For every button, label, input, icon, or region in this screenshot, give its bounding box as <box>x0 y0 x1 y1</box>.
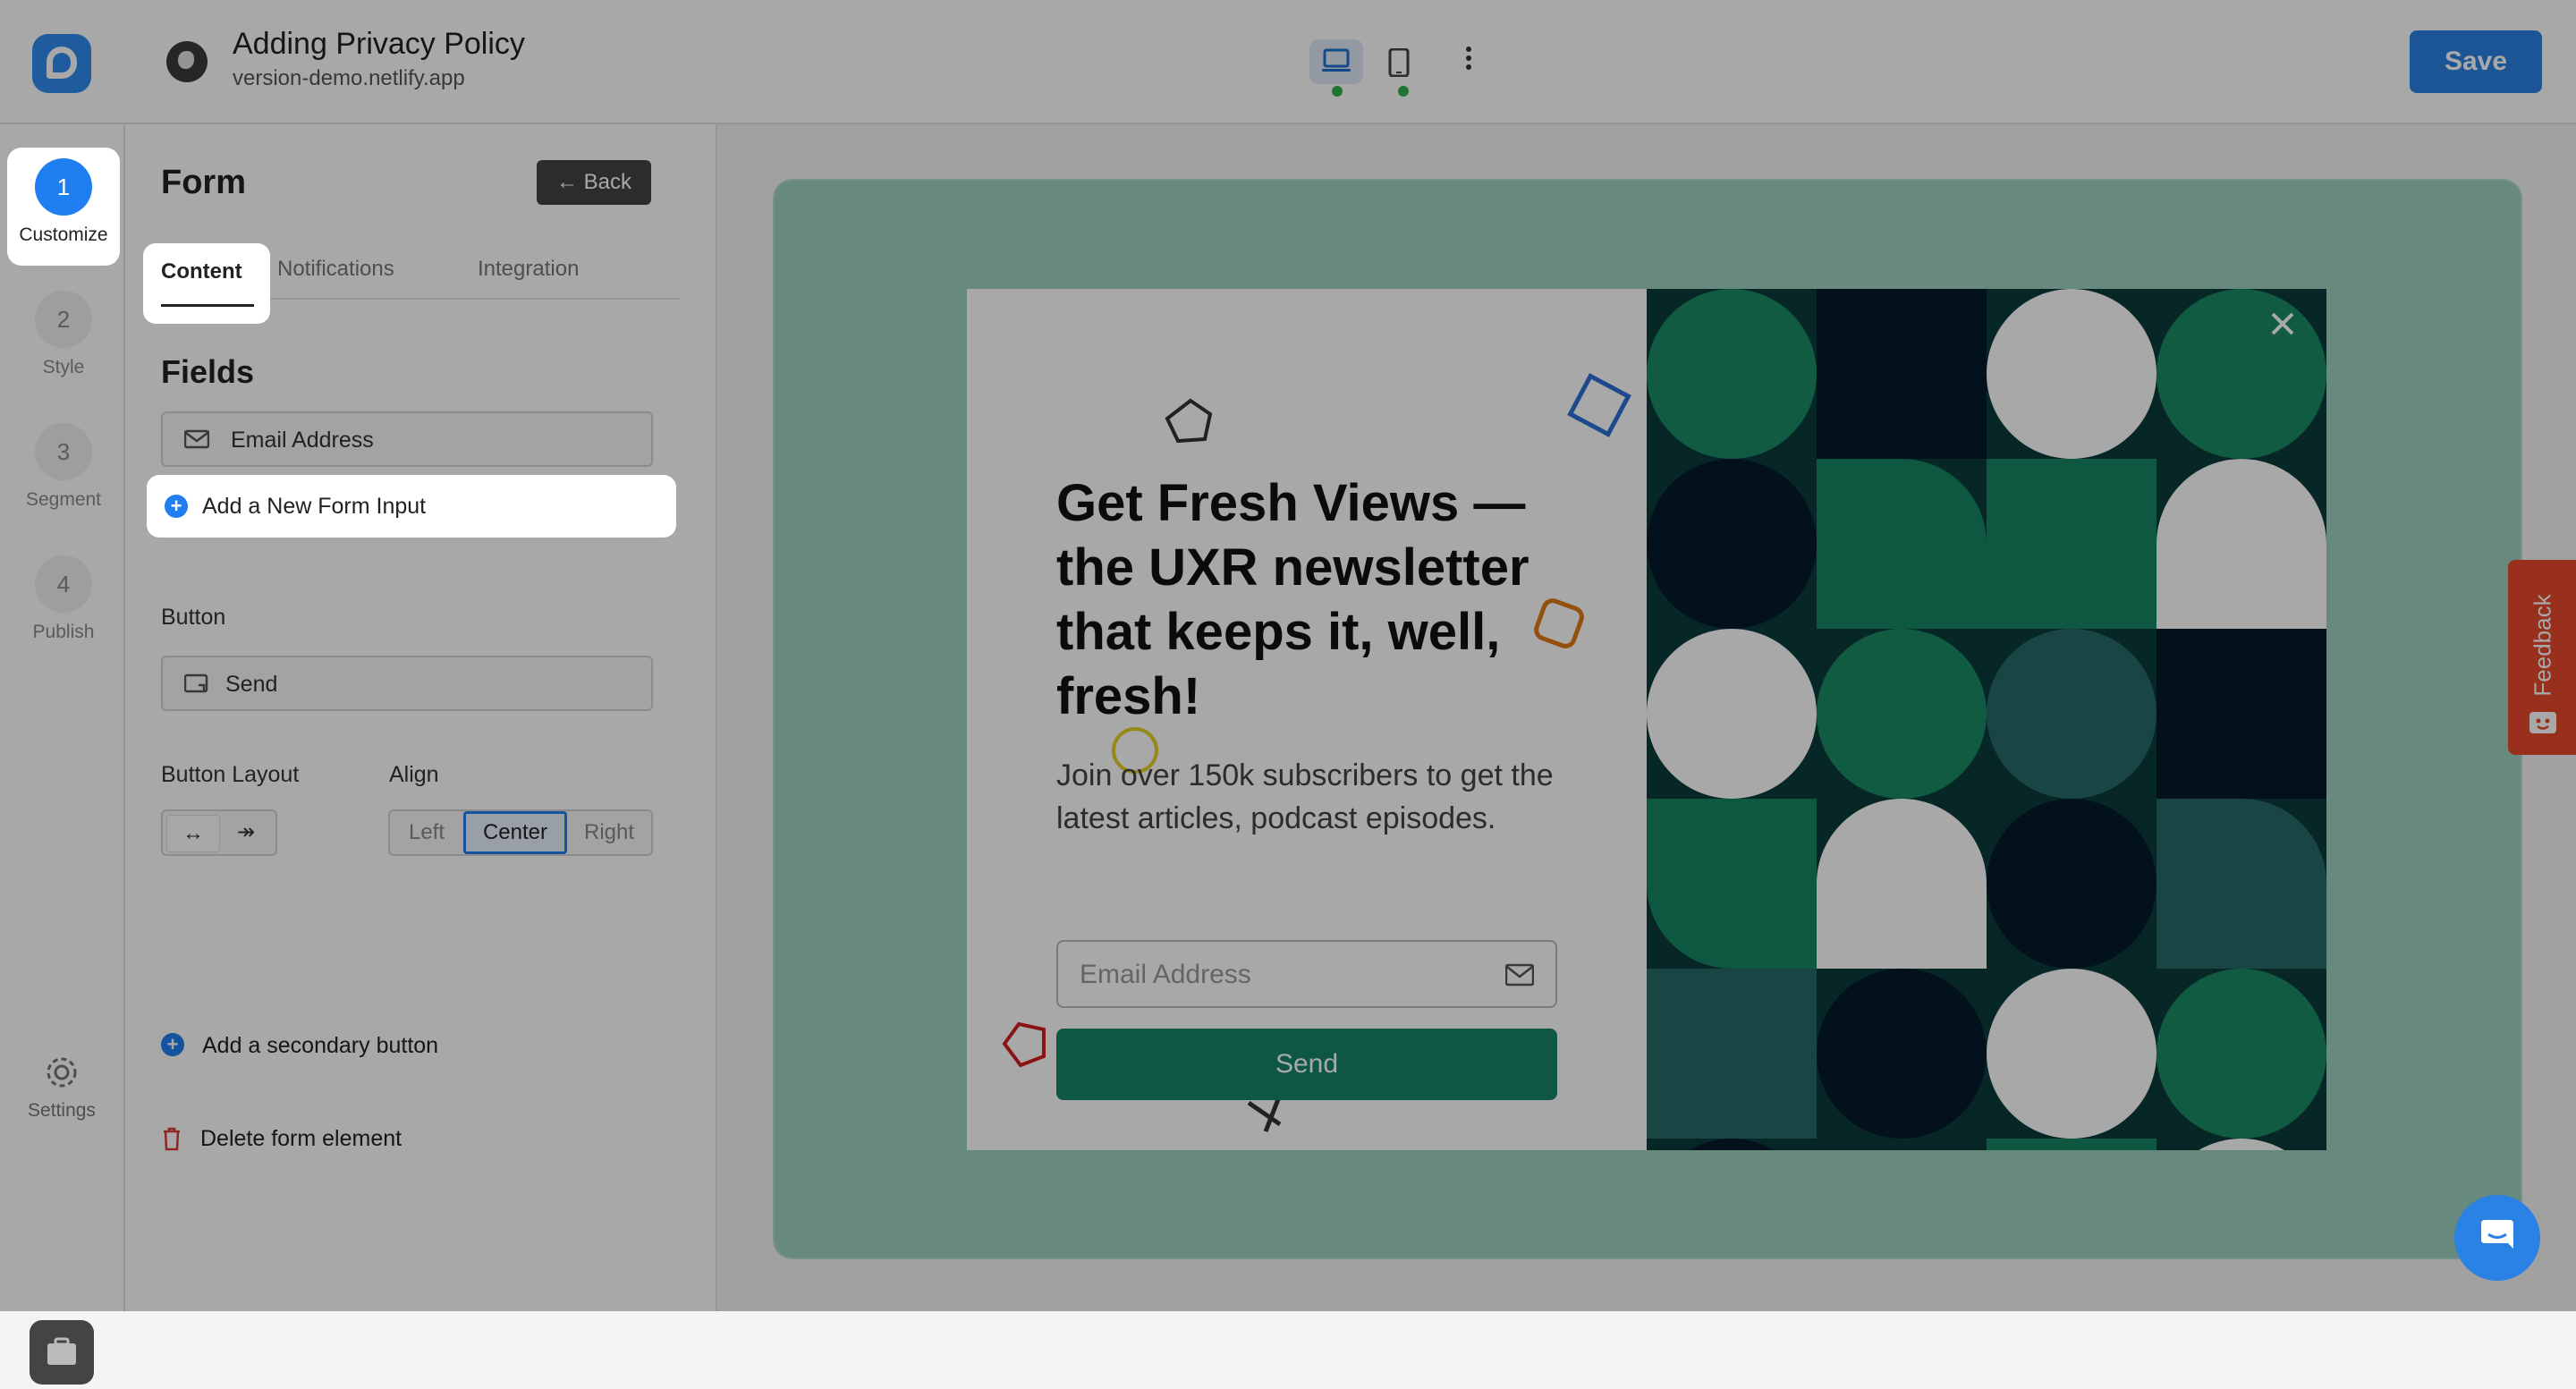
step-label: Segment <box>25 489 102 510</box>
campaign-title: Adding Privacy Policy <box>233 27 525 61</box>
layout-fit-option[interactable]: ↠ <box>220 815 272 851</box>
align-toggle: Left Center Right <box>388 809 653 856</box>
fields-heading: Fields <box>161 353 255 390</box>
button-element-icon <box>184 673 208 693</box>
site-url: version-demo.netlify.app <box>233 66 465 90</box>
app: Adding Privacy Policy version-demo.netli… <box>0 0 2576 1385</box>
popup-preview: Get Fresh Views — the UXR newsletter tha… <box>967 289 2326 1150</box>
step-number: 2 <box>35 291 92 348</box>
delete-label: Delete form element <box>200 1126 402 1151</box>
feedback-label: Feedback <box>2529 594 2556 697</box>
top-bar: Adding Privacy Policy version-demo.netli… <box>0 0 2576 124</box>
step-customize[interactable]: 1 Customize <box>7 148 120 266</box>
desktop-view-button[interactable] <box>1309 39 1363 84</box>
logo-mark <box>47 47 77 79</box>
gear-icon <box>47 1057 77 1088</box>
envelope-icon <box>1505 963 1534 987</box>
mobile-status-dot <box>1398 86 1409 97</box>
trash-icon <box>164 1127 180 1151</box>
tab-content-label: Content <box>161 259 242 284</box>
align-left-option[interactable]: Left <box>390 811 463 854</box>
feedback-tab[interactable]: Feedback <box>2508 560 2576 755</box>
save-button[interactable]: Save <box>2410 30 2542 93</box>
back-button[interactable]: ← Back <box>537 160 651 205</box>
geometric-pattern <box>1647 289 2326 1150</box>
align-label: Align <box>389 762 439 787</box>
popup-headline: Get Fresh Views — the UXR newsletter tha… <box>1056 474 1530 725</box>
align-center-option[interactable]: Center <box>463 811 567 854</box>
plus-circle-icon: + <box>161 1033 184 1056</box>
button-heading: Button <box>161 605 226 630</box>
settings-item[interactable]: Settings <box>18 1053 106 1122</box>
step-publish[interactable]: 4 Publish <box>7 545 120 663</box>
popup-content: Get Fresh Views — the UXR newsletter tha… <box>967 289 1647 1150</box>
briefcase-icon[interactable] <box>30 1320 94 1385</box>
desktop-status-dot <box>1332 86 1343 97</box>
close-icon[interactable] <box>2262 303 2303 344</box>
step-number: 4 <box>35 555 92 613</box>
layout-full-width-option[interactable]: ↔ <box>166 815 220 852</box>
email-field-label: Email Address <box>231 428 374 453</box>
popup-subtext: Join over 150k subscribers to get the la… <box>1056 758 1554 835</box>
step-label: Style <box>42 357 85 377</box>
button-field-item[interactable]: Send <box>161 656 653 711</box>
settings-label: Settings <box>28 1100 96 1121</box>
feedback-smile-icon <box>2529 712 2556 733</box>
step-segment[interactable]: 3 Segment <box>7 412 120 530</box>
back-label: Back <box>583 170 632 194</box>
popup-email-input[interactable]: Email Address <box>1056 940 1557 1008</box>
add-input-label: Add a New Form Input <box>202 494 427 519</box>
app-logo[interactable] <box>32 34 91 93</box>
tab-integration[interactable]: Integration <box>478 257 579 282</box>
add-new-form-input-button[interactable]: + Add a New Form Input <box>147 475 676 538</box>
step-style[interactable]: 2 Style <box>7 280 120 398</box>
align-right-option[interactable]: Right <box>567 811 651 854</box>
mobile-icon <box>1388 48 1410 77</box>
more-options-icon[interactable] <box>1458 43 1479 79</box>
button-field-label: Send <box>225 672 278 697</box>
step-number: 3 <box>35 423 92 480</box>
button-layout-toggle: ↔ ↠ <box>161 809 277 856</box>
tab-content[interactable]: Content <box>143 243 270 324</box>
popup-send-button[interactable]: Send <box>1056 1029 1557 1100</box>
desktop-icon <box>1322 48 1351 72</box>
panel-title: Form <box>161 164 246 201</box>
chat-launcher[interactable] <box>2454 1195 2540 1281</box>
button-layout-label: Button Layout <box>161 762 300 787</box>
step-number: 1 <box>35 158 92 216</box>
step-label: Customize <box>19 224 108 245</box>
tab-notifications[interactable]: Notifications <box>277 257 394 282</box>
active-tab-indicator <box>161 304 254 307</box>
email-field-item[interactable]: Email Address <box>161 411 653 467</box>
envelope-icon <box>184 429 209 449</box>
add-secondary-label: Add a secondary button <box>202 1033 439 1058</box>
chat-icon <box>2481 1220 2513 1249</box>
step-label: Publish <box>32 622 95 642</box>
popup-email-placeholder: Email Address <box>1080 960 1251 989</box>
globe-icon <box>166 41 208 82</box>
plus-circle-icon: + <box>165 495 188 518</box>
mobile-view-button[interactable] <box>1376 39 1429 84</box>
popup-pattern-image <box>1647 289 2326 1150</box>
